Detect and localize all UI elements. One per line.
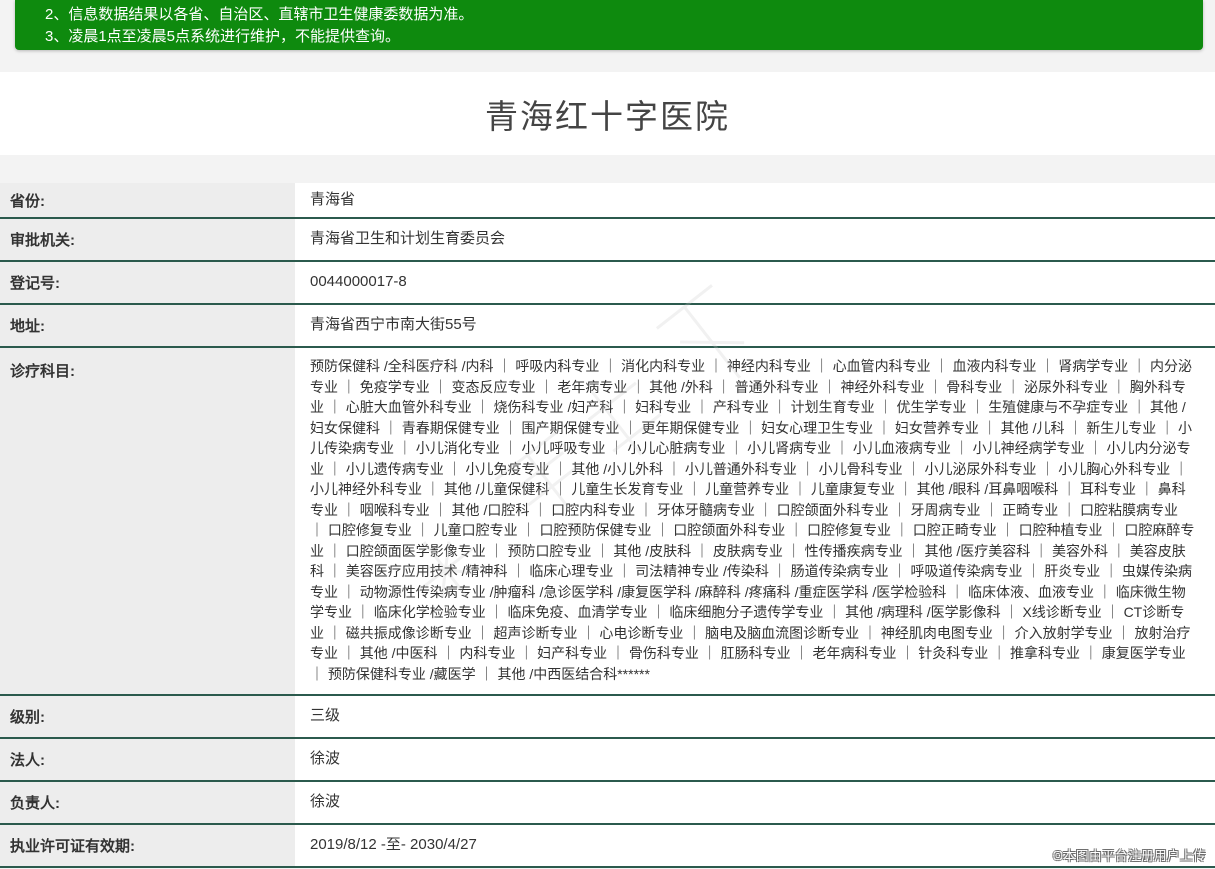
photo-credit: ©本图由平台注册用户上传: [1053, 845, 1206, 864]
table-row-approval-authority: 审批机关: 青海省卫生和计划生育委员会: [0, 219, 1215, 262]
table-row-license-validity: 执业许可证有效期: 2019/8/12 -至- 2030/4/27: [0, 825, 1215, 868]
table-row-legal-person: 法人: 徐波: [0, 739, 1215, 782]
row-value: 青海省卫生和计划生育委员会: [295, 219, 1215, 260]
table-row-medical-departments: 诊疗科目: 预防保健科 /全科医疗科 /内科 ｜ 呼吸内科专业 ｜ 消化内科专业…: [0, 348, 1215, 696]
notice-line-2: 2、信息数据结果以各省、自治区、直辖市卫生健康委数据为准。: [45, 4, 1193, 26]
row-label: 级别:: [0, 696, 295, 737]
row-value: 青海省: [295, 183, 1215, 217]
table-row-level: 级别: 三级: [0, 696, 1215, 739]
row-value: 徐波: [295, 782, 1215, 823]
info-table: 省份: 青海省 审批机关: 青海省卫生和计划生育委员会 登记号: 0044000…: [0, 183, 1215, 868]
title-card: 青海红十字医院: [0, 72, 1215, 155]
row-label: 执业许可证有效期:: [0, 825, 295, 866]
row-label: 诊疗科目:: [0, 348, 295, 694]
table-row-person-in-charge: 负责人: 徐波: [0, 782, 1215, 825]
notice-banner: 2、信息数据结果以各省、自治区、直辖市卫生健康委数据为准。 3、凌晨1点至凌晨5…: [15, 0, 1203, 50]
row-value: 预防保健科 /全科医疗科 /内科 ｜ 呼吸内科专业 ｜ 消化内科专业 ｜ 神经内…: [295, 348, 1215, 694]
row-label: 法人:: [0, 739, 295, 780]
table-row-province: 省份: 青海省: [0, 183, 1215, 219]
page-title: 青海红十字医院: [485, 90, 730, 138]
notice-line-3: 3、凌晨1点至凌晨5点系统进行维护，不能提供查询。: [45, 26, 1193, 48]
table-row-registration-number: 登记号: 0044000017-8: [0, 262, 1215, 305]
row-value: 徐波: [295, 739, 1215, 780]
row-value: 0044000017-8: [295, 262, 1215, 303]
row-value: 青海省西宁市南大街55号: [295, 305, 1215, 346]
row-label: 省份:: [0, 183, 295, 217]
row-label: 登记号:: [0, 262, 295, 303]
row-label: 负责人:: [0, 782, 295, 823]
row-value: 三级: [295, 696, 1215, 737]
row-label: 审批机关:: [0, 219, 295, 260]
table-row-address: 地址: 青海省西宁市南大街55号: [0, 305, 1215, 348]
row-label: 地址:: [0, 305, 295, 346]
